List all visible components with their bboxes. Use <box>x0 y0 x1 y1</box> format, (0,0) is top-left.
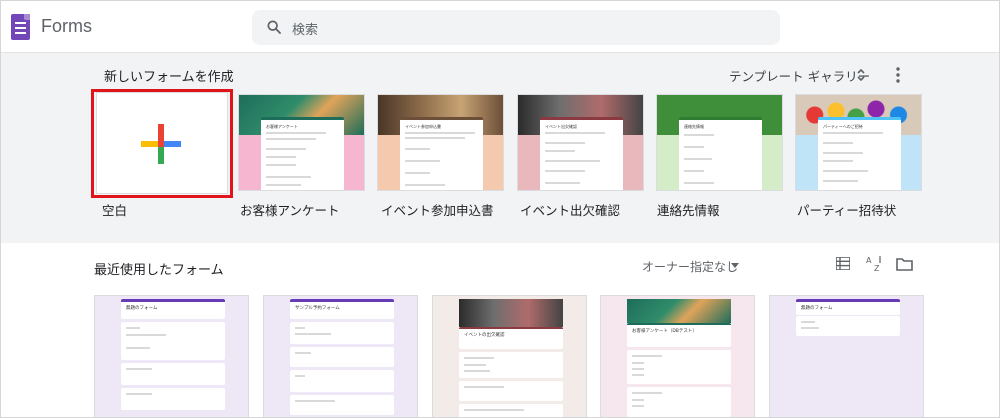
template-form-title: 連絡先情報 <box>684 124 704 129</box>
template-form-title: イベント参加申込書 <box>405 124 441 129</box>
template-customer-survey[interactable]: お客様アンケート <box>238 94 365 191</box>
recent-form-header: 無題のフォーム <box>121 299 225 319</box>
more-vert-icon[interactable] <box>892 66 904 84</box>
recent-form-title: 無題のフォーム <box>126 306 158 311</box>
recent-form-card[interactable]: 無題のフォーム <box>769 295 924 417</box>
forms-home: Forms 検索 新しいフォームを作成 テンプレート ギャラリー 空白 お客様ア… <box>0 0 1000 418</box>
template-form-preview: 連絡先情報 <box>679 117 762 190</box>
dropdown-caret-icon[interactable] <box>731 263 739 268</box>
recent-form-title: サンプル予約フォーム <box>295 306 340 311</box>
template-section-title: 新しいフォームを作成 <box>104 70 234 85</box>
template-contact-info[interactable]: 連絡先情報 <box>656 94 783 191</box>
app-title[interactable]: Forms <box>41 16 92 37</box>
template-form-preview: パーティーへのご招待 <box>818 117 901 190</box>
search-bar[interactable]: 検索 <box>252 10 780 45</box>
svg-text:A: A <box>866 256 872 265</box>
recent-form-banner <box>627 299 731 323</box>
owner-filter-dropdown[interactable]: オーナー指定なし <box>642 258 738 275</box>
recent-form-header: お客様アンケート（DBテスト） <box>627 323 731 347</box>
template-event-rsvp[interactable]: イベント出欠確認 <box>517 94 644 191</box>
template-form-preview: お客様アンケート <box>261 117 344 190</box>
search-icon[interactable] <box>266 19 282 35</box>
forms-logo-icon[interactable] <box>11 14 30 40</box>
template-label[interactable]: 連絡先情報 <box>657 200 720 219</box>
template-form-title: パーティーへのご招待 <box>823 124 863 129</box>
recent-form-banner <box>459 299 563 327</box>
recent-form-header: サンプル予約フォーム <box>290 299 394 319</box>
template-form-title: イベント出欠確認 <box>545 124 577 129</box>
template-label[interactable]: イベント参加申込書 <box>381 200 494 219</box>
recent-form-title: イベントの出欠確認 <box>464 333 505 338</box>
search-input[interactable]: 検索 <box>292 19 318 38</box>
blank-highlight-box <box>91 89 233 198</box>
recent-form-header: イベントの出欠確認 <box>459 327 563 349</box>
template-label[interactable]: お客様アンケート <box>240 200 340 219</box>
template-form-preview: イベント参加申込書 <box>400 117 483 190</box>
unfold-icon[interactable] <box>856 67 866 83</box>
template-form-preview: イベント出欠確認 <box>540 117 623 190</box>
template-form-title: お客様アンケート <box>266 124 298 129</box>
recent-form-card[interactable]: サンプル予約フォーム <box>263 295 418 417</box>
recent-form-title: お客様アンケート（DBテスト） <box>632 329 697 334</box>
template-section: 新しいフォームを作成 テンプレート ギャラリー 空白 お客様アンケート お客様ア… <box>1 53 999 243</box>
template-event-registration[interactable]: イベント参加申込書 <box>377 94 504 191</box>
template-label[interactable]: 空白 <box>102 200 127 219</box>
recent-form-title: 無題のフォーム <box>801 306 833 311</box>
app-header: Forms 検索 <box>1 1 999 53</box>
folder-icon[interactable] <box>896 257 913 271</box>
recent-form-header: 無題のフォーム <box>796 299 900 315</box>
recent-form-card[interactable]: イベントの出欠確認 <box>432 295 587 417</box>
template-gallery-button[interactable]: テンプレート ギャラリー <box>729 66 870 85</box>
svg-text:Z: Z <box>874 264 880 272</box>
template-label[interactable]: パーティー招待状 <box>797 200 896 219</box>
recent-section-title: 最近使用したフォーム <box>94 263 224 278</box>
template-label[interactable]: イベント出欠確認 <box>520 200 620 219</box>
template-party-invite[interactable]: パーティーへのご招待 <box>795 94 922 191</box>
recent-form-card[interactable]: 無題のフォーム <box>94 295 249 417</box>
list-view-icon[interactable] <box>836 257 850 270</box>
sort-az-icon[interactable]: A Z <box>866 254 884 272</box>
recent-form-card[interactable]: お客様アンケート（DBテスト） <box>600 295 755 417</box>
